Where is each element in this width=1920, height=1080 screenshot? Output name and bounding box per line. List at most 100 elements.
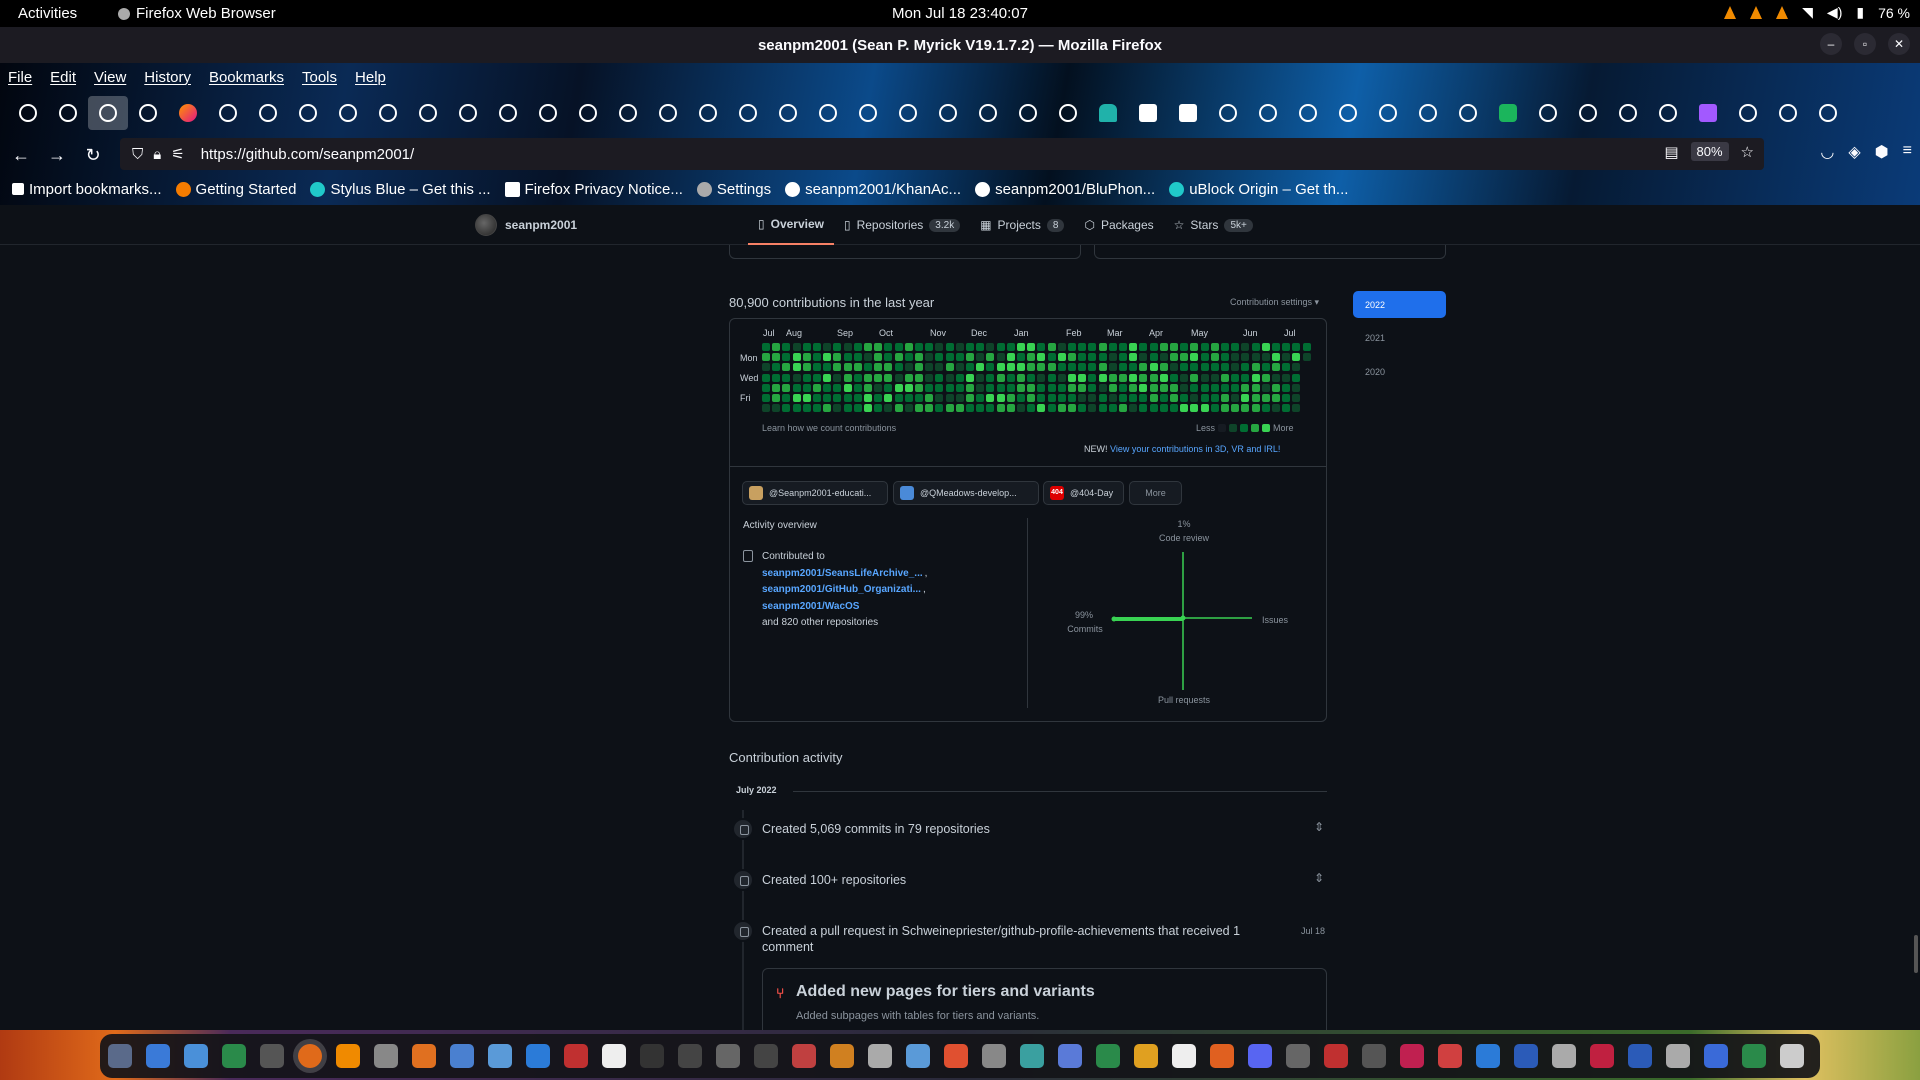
scrollbar-thumb[interactable] — [1914, 935, 1918, 973]
contribution-day[interactable] — [915, 343, 923, 351]
contribution-day[interactable] — [894, 353, 903, 362]
contribution-day[interactable] — [823, 343, 832, 351]
contribution-day[interactable] — [955, 363, 964, 372]
editor-icon[interactable] — [450, 1044, 474, 1068]
contribution-day[interactable] — [904, 353, 913, 362]
contribution-day[interactable] — [802, 404, 811, 413]
contribution-day[interactable] — [802, 394, 811, 402]
menu-history[interactable]: History — [144, 69, 191, 86]
contribution-day[interactable] — [1231, 343, 1240, 351]
contribution-day[interactable] — [1149, 383, 1158, 392]
contribution-day[interactable] — [864, 353, 872, 362]
contribution-day[interactable] — [874, 383, 883, 392]
activity-item[interactable]: Created 5,069 commits in 79 repositories — [762, 821, 990, 837]
contribution-day[interactable] — [1027, 383, 1036, 392]
contribution-day[interactable] — [853, 343, 862, 351]
contribution-day[interactable] — [1261, 404, 1270, 413]
contribution-day[interactable] — [1078, 373, 1087, 382]
contribution-day[interactable] — [1119, 373, 1127, 382]
contribution-day[interactable] — [1282, 363, 1291, 372]
contribution-day[interactable] — [955, 343, 964, 351]
browser-tab[interactable] — [1248, 96, 1288, 130]
contribution-day[interactable] — [996, 373, 1005, 382]
contribution-day[interactable] — [1088, 383, 1097, 392]
browser-tab[interactable] — [1328, 96, 1368, 130]
contribution-day[interactable] — [1017, 353, 1025, 362]
contribution-day[interactable] — [955, 383, 964, 392]
contribution-day[interactable] — [935, 363, 944, 372]
contribution-day[interactable] — [1292, 343, 1301, 351]
contribution-day[interactable] — [802, 363, 811, 372]
contribution-day[interactable] — [1149, 343, 1158, 351]
contribution-day[interactable] — [1047, 394, 1056, 402]
contribution-day[interactable] — [874, 353, 883, 362]
chrome-icon[interactable] — [944, 1044, 968, 1068]
contribution-day[interactable] — [1149, 404, 1158, 413]
contribution-day[interactable] — [925, 394, 934, 402]
contribution-day[interactable] — [1200, 404, 1209, 413]
app-icon[interactable] — [1704, 1044, 1728, 1068]
contribution-day[interactable] — [1078, 363, 1087, 372]
app-icon[interactable] — [1058, 1044, 1082, 1068]
browser-tab[interactable] — [608, 96, 648, 130]
contribution-day[interactable] — [1241, 363, 1250, 372]
contribution-day[interactable] — [1139, 404, 1148, 413]
monitor-icon[interactable] — [564, 1044, 588, 1068]
contribution-day[interactable] — [823, 373, 832, 382]
apps-grid-icon[interactable] — [1780, 1044, 1804, 1068]
console-icon[interactable] — [260, 1044, 284, 1068]
app-icon[interactable] — [1514, 1044, 1538, 1068]
contribution-day[interactable] — [915, 353, 923, 362]
contribution-day[interactable] — [874, 373, 883, 382]
browser-tab[interactable] — [48, 96, 88, 130]
contribution-day[interactable] — [966, 343, 974, 351]
url-bar[interactable]: ⛉ 🔒︎ ⚟ https://github.com/seanpm2001/ ▤ … — [120, 138, 1764, 170]
contribution-day[interactable] — [864, 383, 872, 392]
contribution-day[interactable] — [1221, 373, 1229, 382]
activity-item[interactable]: Created a pull request in Schweinepriest… — [762, 923, 1282, 955]
browser-tab[interactable] — [1048, 96, 1088, 130]
contribution-day[interactable] — [853, 404, 862, 413]
contribution-day[interactable] — [762, 404, 770, 413]
contribution-day[interactable] — [1272, 404, 1280, 413]
contribution-day[interactable] — [1272, 343, 1280, 351]
contribution-day[interactable] — [1088, 404, 1097, 413]
contribution-day[interactable] — [1231, 404, 1240, 413]
browser-tab[interactable] — [1648, 96, 1688, 130]
contribution-day[interactable] — [823, 394, 832, 402]
contribution-day[interactable] — [904, 363, 913, 372]
browser-tab[interactable] — [1408, 96, 1448, 130]
contribution-day[interactable] — [833, 363, 842, 372]
contribution-day[interactable] — [853, 394, 862, 402]
bookmark-item[interactable]: Stylus Blue – Get this ... — [310, 181, 491, 198]
vlc-icon[interactable] — [1776, 6, 1789, 19]
browser-tab[interactable] — [528, 96, 568, 130]
contribution-day[interactable] — [1210, 373, 1219, 382]
contribution-day[interactable] — [1170, 363, 1178, 372]
menu-file[interactable]: File — [8, 69, 32, 86]
contribution-day[interactable] — [813, 404, 821, 413]
contribution-day[interactable] — [894, 383, 903, 392]
contribution-day[interactable] — [813, 383, 821, 392]
contribution-day[interactable] — [1129, 383, 1138, 392]
year-2022[interactable]: 2022 — [1353, 291, 1446, 318]
maximize-button[interactable]: ▫ — [1854, 33, 1876, 55]
contribution-day[interactable] — [762, 353, 770, 362]
inkscape-icon[interactable] — [754, 1044, 778, 1068]
contribution-day[interactable] — [1108, 363, 1117, 372]
contribution-day[interactable] — [1180, 363, 1189, 372]
contribution-day[interactable] — [1129, 373, 1138, 382]
contribution-day[interactable] — [1017, 383, 1025, 392]
box-icon[interactable] — [678, 1044, 702, 1068]
contribution-day[interactable] — [1241, 404, 1250, 413]
contribution-day[interactable] — [1078, 353, 1087, 362]
contribution-day[interactable] — [1037, 373, 1046, 382]
contribution-day[interactable] — [1149, 353, 1158, 362]
contribution-day[interactable] — [1261, 383, 1270, 392]
contribution-day[interactable] — [945, 373, 954, 382]
contribution-day[interactable] — [1098, 394, 1107, 402]
contribution-day[interactable] — [904, 373, 913, 382]
contribution-day[interactable] — [802, 353, 811, 362]
avatar[interactable] — [475, 214, 497, 236]
software-icon[interactable] — [412, 1044, 436, 1068]
